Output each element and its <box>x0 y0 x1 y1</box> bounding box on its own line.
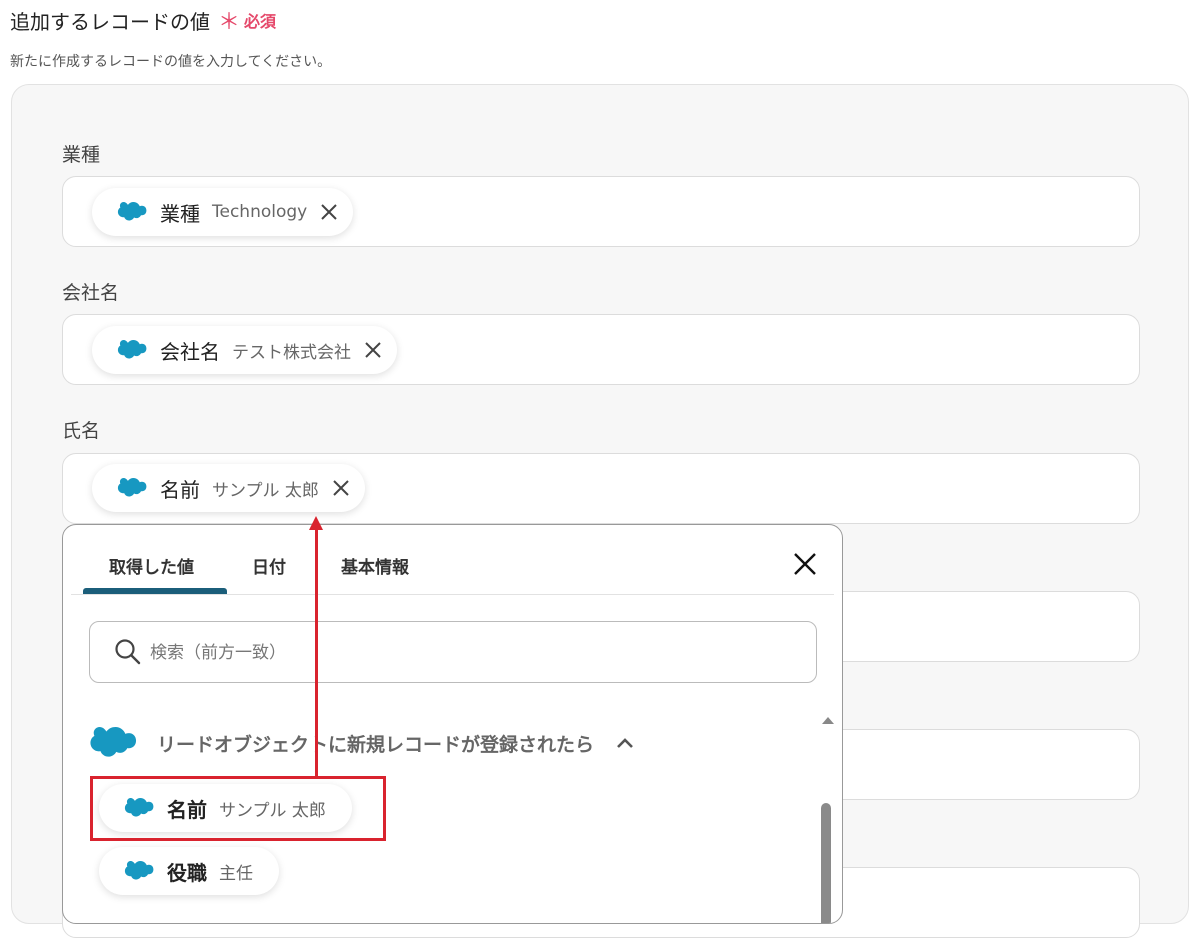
required-label: 必須 <box>244 12 277 31</box>
scrollbar[interactable] <box>818 713 836 923</box>
variable-chip-fullname[interactable]: 名前 サンプル 太郎 <box>92 464 365 512</box>
close-icon[interactable] <box>319 202 339 222</box>
annotation-arrow-head <box>309 516 323 530</box>
field-input-fullname[interactable]: 名前 サンプル 太郎 <box>62 453 1140 524</box>
group-header[interactable]: リードオブジェクトに新規レコードが登録されたら <box>89 727 634 759</box>
tab-retrieved-values[interactable]: 取得した値 <box>109 553 194 578</box>
salesforce-cloud-icon <box>89 727 137 759</box>
chip-name: 会社名 <box>160 339 220 364</box>
required-badge: ＊ 必須 <box>218 4 276 36</box>
search-box[interactable] <box>89 621 817 683</box>
close-icon[interactable] <box>331 478 351 498</box>
field-input-company[interactable]: 会社名 テスト株式会社 <box>62 314 1140 385</box>
chip-name: 名前 <box>160 477 200 502</box>
salesforce-cloud-icon <box>116 340 148 360</box>
chip-name: 業種 <box>160 201 200 226</box>
annotation-highlight-box <box>90 776 386 841</box>
search-input[interactable] <box>148 636 752 670</box>
picker-tabs: 取得した値 日付 基本情報 <box>63 525 842 595</box>
section-title-text: 追加するレコードの値 <box>10 9 210 34</box>
tabs-divider <box>71 594 834 595</box>
chip-value: サンプル 太郎 <box>212 480 319 501</box>
variable-chip-industry[interactable]: 業種 Technology <box>92 188 354 236</box>
scrollbar-thumb[interactable] <box>821 803 831 923</box>
field-label-fullname: 氏名 <box>62 420 101 442</box>
tab-basic-info[interactable]: 基本情報 <box>341 553 409 578</box>
search-icon <box>115 639 141 665</box>
annotation-arrow-line <box>315 528 318 776</box>
item-name: 役職 <box>167 860 207 885</box>
item-value: 主任 <box>219 863 253 884</box>
section-description: 新たに作成するレコードの値を入力してください。 <box>10 54 332 70</box>
chevron-up-icon[interactable] <box>616 737 634 749</box>
chip-value: Technology <box>212 202 308 222</box>
value-picker-dropdown: 取得した値 日付 基本情報 リードオブジェクトに新規レコードが登録されたら 名前… <box>62 524 843 924</box>
field-input-industry[interactable]: 業種 Technology <box>62 176 1140 247</box>
salesforce-cloud-icon <box>116 478 148 498</box>
tab-date[interactable]: 日付 <box>252 553 286 578</box>
group-label: リードオブジェクトに新規レコードが登録されたら <box>157 733 595 756</box>
field-label-industry: 業種 <box>62 144 101 166</box>
field-label-company: 会社名 <box>62 282 120 304</box>
required-asterisk: ＊ <box>218 10 241 35</box>
close-icon[interactable] <box>363 340 383 360</box>
section-title: 追加するレコードの値 ＊ 必須 <box>10 4 276 36</box>
salesforce-cloud-icon <box>116 202 148 222</box>
scroll-up-arrow-icon[interactable] <box>822 717 834 724</box>
close-icon[interactable] <box>791 550 819 578</box>
chip-value: テスト株式会社 <box>232 342 351 363</box>
picker-item-title[interactable]: 役職 主任 <box>99 847 279 895</box>
variable-chip-company[interactable]: 会社名 テスト株式会社 <box>92 326 397 374</box>
salesforce-cloud-icon <box>123 861 155 881</box>
